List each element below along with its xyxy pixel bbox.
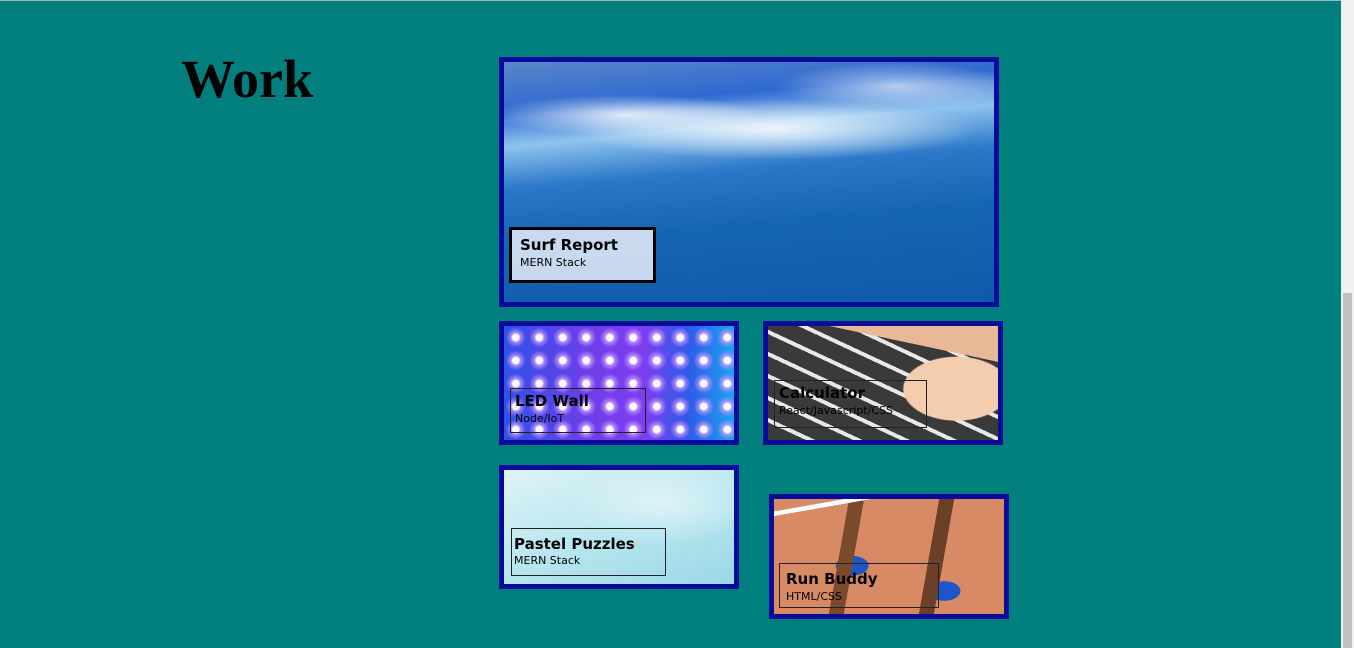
project-label: LED Wall Node/IoT [510, 388, 646, 433]
project-label: Calculator React/Javascript/CSS [774, 380, 927, 428]
project-stack: MERN Stack [514, 554, 581, 567]
project-card-pastel-puzzles[interactable]: Pastel Puzzles MERN Stack [499, 465, 739, 589]
scrollbar-thumb[interactable] [1343, 293, 1352, 648]
project-stack: React/Javascript/CSS [779, 404, 893, 417]
project-title: Surf Report [520, 236, 618, 254]
project-stack: Node/IoT [515, 412, 565, 425]
project-stack: HTML/CSS [786, 590, 842, 603]
project-stack: MERN Stack [520, 256, 587, 269]
top-divider [0, 0, 1341, 1]
project-card-surf-report[interactable]: Surf Report MERN Stack [499, 57, 999, 307]
section-heading: Work [181, 49, 314, 109]
project-card-run-buddy[interactable]: Run Buddy HTML/CSS [769, 494, 1009, 619]
vertical-scrollbar[interactable] [1341, 0, 1354, 648]
project-title: Run Buddy [786, 570, 878, 588]
project-title: Calculator [779, 384, 865, 402]
project-label: Run Buddy HTML/CSS [779, 563, 939, 608]
project-title: LED Wall [515, 392, 589, 410]
project-card-calculator[interactable]: Calculator React/Javascript/CSS [763, 321, 1003, 445]
project-title: Pastel Puzzles [514, 535, 635, 553]
project-label: Surf Report MERN Stack [509, 227, 656, 283]
project-label: Pastel Puzzles MERN Stack [511, 528, 666, 576]
project-card-led-wall[interactable]: LED Wall Node/IoT [499, 321, 739, 445]
